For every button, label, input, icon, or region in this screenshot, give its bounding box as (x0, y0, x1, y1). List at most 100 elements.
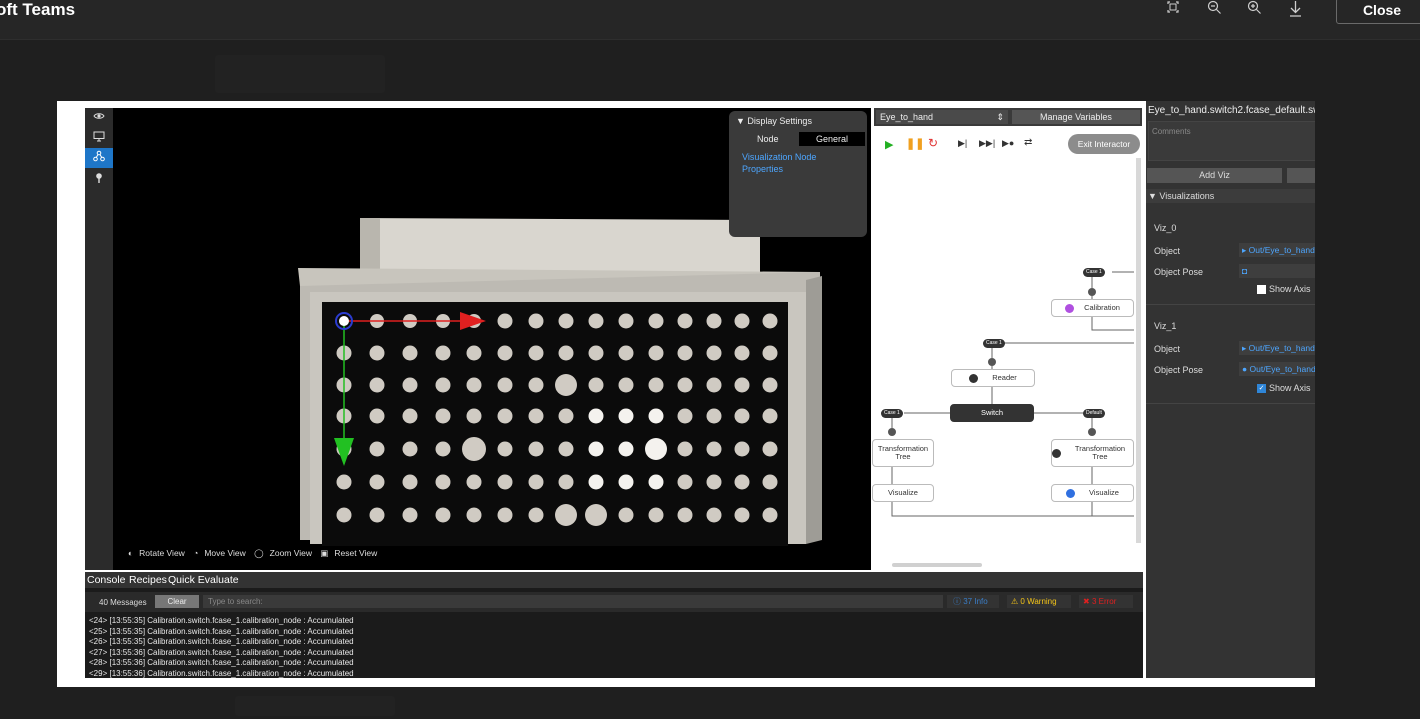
viz-1-show-axis-checkbox[interactable]: ✓ (1257, 384, 1266, 394)
case-pill: Case 1 (983, 339, 1005, 348)
reader-node-icon (969, 373, 979, 383)
play-icon[interactable]: ▶ (885, 138, 893, 151)
zoom-in-icon[interactable] (1244, 0, 1264, 18)
viz-1-pose-field[interactable]: ● Out/Eye_to_hand (1239, 362, 1315, 376)
view-controls: ◐ Rotate View ◔ Move View ◯ Zoom View ▣ Rese… (128, 548, 383, 562)
console-tabs: Console Recipes Quick Evaluate (85, 572, 1143, 588)
background-chat-item (235, 696, 395, 716)
case-pill: Case 1 (881, 409, 903, 418)
switch-node[interactable]: Switch (950, 404, 1034, 422)
viz-0-show-axis[interactable]: Show Axis (1257, 284, 1311, 295)
console-filter-bar: 40 Messages Clear Type to search: ⓘ 37 I… (85, 592, 1143, 612)
app-title: oft Teams (0, 0, 76, 19)
display-settings-panel: ▼ Display Settings Node General Visualiz… (729, 111, 867, 237)
message-count: 40 Messages (99, 598, 147, 607)
error-filter[interactable]: ✖ 3 Error (1079, 595, 1133, 608)
visualize-node-icon (1066, 488, 1076, 498)
clear-button[interactable]: Clear (155, 595, 199, 608)
case-pill: Case 1 (1083, 268, 1105, 277)
move-view-button[interactable]: Move View (204, 548, 245, 558)
pose-icon: ● (1242, 364, 1248, 374)
viz-0-title: Viz_0 (1154, 223, 1177, 233)
viewer-side-toolbar (85, 108, 113, 570)
search-input[interactable]: Type to search: (203, 595, 943, 608)
pose-icon: ◘ (1242, 266, 1248, 276)
viz-1-object-label: Object (1154, 344, 1181, 354)
comments-field[interactable]: Comments (1148, 121, 1315, 161)
tab-recipes[interactable]: Recipes (129, 574, 167, 586)
step-into-icon[interactable]: ▶● (1002, 138, 1014, 149)
background-chat-item (215, 55, 385, 93)
visualization-node-properties-link[interactable]: Visualization Node Properties (742, 151, 852, 175)
download-icon[interactable] (1285, 0, 1305, 18)
transformation-tree-node-right[interactable]: Transformation Tree (1051, 439, 1134, 467)
log-line: <26> [13:55:35] Calibration.switch.fcase… (89, 637, 354, 646)
pause-icon[interactable]: ❚❚ (906, 137, 924, 150)
log-line: <29> [13:55:36] Calibration.switch.fcase… (89, 668, 354, 678)
manage-variables-button[interactable]: Manage Variables (1012, 110, 1140, 124)
log-line: <24> [13:55:35] Calibration.switch.fcase… (89, 616, 354, 625)
calibration-node-icon (1065, 303, 1075, 313)
fit-to-screen-icon[interactable] (1163, 0, 1183, 18)
fast-forward-icon[interactable]: ▶▶| (979, 138, 995, 149)
info-icon: ⓘ (953, 597, 961, 606)
reset-view-icon[interactable]: ▣ (320, 548, 328, 558)
log-line: <25> [13:55:35] Calibration.switch.fcase… (89, 626, 354, 636)
zoom-view-icon[interactable]: ◯ (254, 548, 264, 558)
tab-node[interactable]: Node (757, 134, 779, 144)
viz-0-show-axis-checkbox[interactable] (1257, 285, 1266, 295)
restart-icon[interactable]: ↻ (928, 136, 938, 150)
error-icon: ✖ (1083, 597, 1090, 606)
add-viz-button[interactable]: Add Viz (1147, 168, 1282, 183)
secondary-button[interactable] (1287, 168, 1315, 183)
log-line: <28> [13:55:36] Calibration.switch.fcase… (89, 658, 354, 667)
info-filter[interactable]: ⓘ 37 Info (947, 595, 999, 608)
warning-filter[interactable]: ⚠ 0 Warning (1007, 595, 1071, 608)
pin-icon[interactable] (85, 170, 113, 190)
exit-interactor-button[interactable]: Exit Interactor (1068, 134, 1140, 154)
calibration-node[interactable]: Calibration (1051, 299, 1134, 317)
select-arrow-icon: ⇕ (996, 112, 1004, 122)
viz-1-pose-label: Object Pose (1154, 365, 1204, 375)
graph-header: Eye_to_hand ⇕ Manage Variables (874, 108, 1142, 126)
tab-console[interactable]: Console (87, 574, 126, 586)
visualizations-header[interactable]: ▼ Visualizations (1146, 189, 1315, 203)
breakpoint-icon[interactable]: ⇄ (1024, 137, 1032, 148)
divider (1146, 304, 1315, 305)
properties-panel: Eye_to_hand.switch2.fcase_default.sw Com… (1146, 101, 1315, 678)
log-line: <27> [13:55:36] Calibration.switch.fcase… (89, 647, 354, 657)
nodes-icon[interactable] (85, 148, 113, 168)
tab-quick-evaluate[interactable]: Quick Evaluate (168, 574, 239, 586)
tab-general[interactable]: General (799, 132, 865, 146)
node-filename: Eye_to_hand.switch2.fcase_default.sw (1148, 105, 1315, 116)
rotate-view-button[interactable]: Rotate View (139, 548, 185, 558)
rotate-view-icon[interactable]: ◐ (128, 548, 133, 558)
viz-0-pose-field[interactable]: ◘ (1239, 264, 1315, 278)
viz-0-object-field[interactable]: ▸ Out/Eye_to_hand (1239, 243, 1315, 257)
viz-1-title: Viz_1 (1154, 321, 1177, 331)
viz-1-object-field[interactable]: ▸ Out/Eye_to_hand (1239, 341, 1315, 355)
warning-icon: ⚠ (1011, 597, 1019, 606)
reset-view-button[interactable]: Reset View (334, 548, 377, 558)
step-icon[interactable]: ▶| (958, 138, 967, 149)
teams-top-bar: oft Teams Close (0, 0, 1420, 40)
visualize-node-left[interactable]: Visualize (872, 484, 934, 502)
eye-icon[interactable] (85, 108, 113, 128)
move-view-icon[interactable]: ◔ (193, 548, 198, 558)
close-button[interactable]: Close (1336, 0, 1420, 24)
reader-node[interactable]: Reader (951, 369, 1035, 387)
recipe-graph-panel[interactable]: Case 1 Case 1 Case 1 Default Calibration… (872, 108, 1142, 570)
graph-toolbar: ▶ ❚❚ ↻ ▶| ▶▶| ▶● ⇄ Exit Interactor (874, 130, 1142, 158)
display-settings-header[interactable]: ▼ Display Settings (736, 116, 812, 126)
console-panel: Console Recipes Quick Evaluate 40 Messag… (85, 572, 1143, 678)
monitor-icon[interactable] (85, 128, 113, 148)
viz-0-pose-label: Object Pose (1154, 267, 1204, 277)
recipe-select[interactable]: Eye_to_hand ⇕ (876, 110, 1008, 124)
viz-1-show-axis[interactable]: ✓ Show Axis (1257, 383, 1311, 394)
viz-0-object-label: Object (1154, 246, 1181, 256)
zoom-out-icon[interactable] (1204, 0, 1224, 18)
zoom-view-button[interactable]: Zoom View (270, 548, 312, 558)
transformation-tree-node-left[interactable]: Transformation Tree (872, 439, 934, 467)
visualize-node-right[interactable]: Visualize (1051, 484, 1134, 502)
divider (1146, 403, 1315, 404)
